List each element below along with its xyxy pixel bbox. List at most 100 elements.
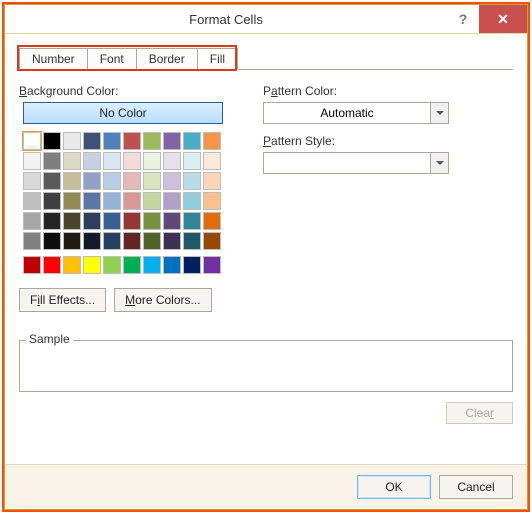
content-row: Background Color: No Color Fill Effects.… [19,70,513,312]
palette-row [23,152,223,170]
color-swatch[interactable] [103,232,121,250]
color-swatch[interactable] [163,132,181,150]
color-swatch[interactable] [83,192,101,210]
color-swatch[interactable] [143,152,161,170]
color-swatch[interactable] [143,232,161,250]
sample-area: Sample [19,332,513,392]
clear-button: Clear [446,402,513,424]
color-swatch[interactable] [83,152,101,170]
color-swatch[interactable] [143,256,161,274]
color-swatch[interactable] [63,132,81,150]
color-swatch[interactable] [63,152,81,170]
palette-row [23,192,223,210]
tab-border[interactable]: Border [136,48,198,70]
color-palette-standard [23,256,223,274]
color-swatch[interactable] [83,132,101,150]
color-swatch[interactable] [23,256,41,274]
pattern-color-dropdown[interactable]: Automatic [263,102,449,124]
color-swatch[interactable] [163,212,181,230]
color-swatch[interactable] [143,132,161,150]
color-swatch[interactable] [43,172,61,190]
title-buttons: ? ✕ [447,5,527,33]
color-swatch[interactable] [103,256,121,274]
window-title: Format Cells [5,5,447,33]
color-swatch[interactable] [103,172,121,190]
color-swatch[interactable] [103,192,121,210]
chevron-down-icon [430,103,448,123]
color-swatch[interactable] [183,256,201,274]
color-swatch[interactable] [203,256,221,274]
no-color-button[interactable]: No Color [23,102,223,124]
color-swatch[interactable] [183,212,201,230]
palette-row [23,256,223,274]
tab-font[interactable]: Font [87,48,137,70]
color-swatch[interactable] [63,192,81,210]
dialog-highlight-frame: Format Cells ? ✕ Number Font Border Fill [2,2,530,512]
color-swatch[interactable] [123,152,141,170]
chevron-down-icon [430,153,448,173]
color-swatch[interactable] [163,192,181,210]
color-swatch[interactable] [103,152,121,170]
color-swatch[interactable] [43,152,61,170]
color-swatch[interactable] [123,212,141,230]
color-swatch[interactable] [123,172,141,190]
color-swatch[interactable] [183,132,201,150]
color-swatch[interactable] [23,212,41,230]
color-swatch[interactable] [203,152,221,170]
fill-effects-button[interactable]: Fill Effects... [19,288,106,312]
color-swatch[interactable] [203,232,221,250]
color-swatch[interactable] [43,232,61,250]
ok-button[interactable]: OK [357,475,431,499]
color-swatch[interactable] [183,192,201,210]
color-swatch[interactable] [163,152,181,170]
more-colors-button[interactable]: More Colors... [114,288,211,312]
color-swatch[interactable] [43,132,61,150]
color-swatch[interactable] [163,172,181,190]
tab-fill[interactable]: Fill [197,48,238,70]
color-swatch[interactable] [183,152,201,170]
pattern-style-dropdown[interactable] [263,152,449,174]
color-swatch[interactable] [103,212,121,230]
help-button[interactable]: ? [447,5,479,33]
color-swatch[interactable] [143,192,161,210]
color-swatch[interactable] [183,172,201,190]
color-swatch[interactable] [23,172,41,190]
color-swatch[interactable] [183,232,201,250]
color-swatch[interactable] [143,172,161,190]
cancel-button[interactable]: Cancel [439,475,513,499]
color-swatch[interactable] [63,212,81,230]
color-swatch[interactable] [83,256,101,274]
tab-number[interactable]: Number [19,48,88,70]
color-swatch[interactable] [123,132,141,150]
color-swatch[interactable] [23,152,41,170]
color-swatch[interactable] [63,256,81,274]
color-swatch[interactable] [103,132,121,150]
color-swatch[interactable] [23,192,41,210]
color-swatch[interactable] [63,172,81,190]
color-swatch[interactable] [143,212,161,230]
dialog-body: Number Font Border Fill Background Color… [5,34,527,464]
color-swatch[interactable] [123,192,141,210]
color-swatch[interactable] [43,256,61,274]
color-swatch[interactable] [43,192,61,210]
dialog-footer: OK Cancel [5,464,527,509]
color-swatch[interactable] [163,256,181,274]
sample-preview-box: Sample [19,340,513,392]
color-swatch[interactable] [23,232,41,250]
color-swatch[interactable] [123,232,141,250]
color-swatch[interactable] [83,212,101,230]
close-button[interactable]: ✕ [479,5,527,33]
color-swatch[interactable] [203,172,221,190]
color-swatch[interactable] [63,232,81,250]
color-swatch[interactable] [123,256,141,274]
color-swatch[interactable] [203,212,221,230]
color-swatch[interactable] [43,212,61,230]
color-swatch[interactable] [203,192,221,210]
color-swatch[interactable] [83,172,101,190]
palette-row [23,232,223,250]
color-swatch[interactable] [163,232,181,250]
background-color-label: Background Color: [19,84,239,98]
color-swatch[interactable] [203,132,221,150]
color-swatch[interactable] [83,232,101,250]
color-swatch[interactable] [23,132,41,150]
